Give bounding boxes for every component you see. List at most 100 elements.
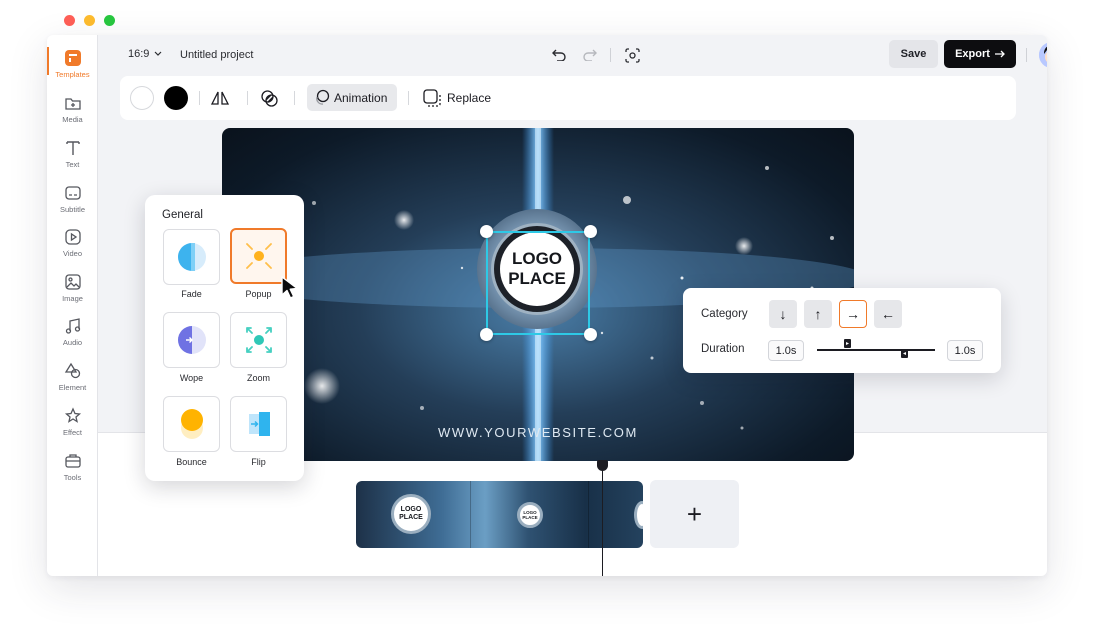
avatar[interactable] [1039, 42, 1047, 68]
resize-handle-bottom-left[interactable] [480, 328, 493, 341]
sidebar-item-label: Video [62, 249, 83, 258]
aspect-ratio-select[interactable]: 16:9 [128, 48, 162, 60]
effect-label: Popup [245, 289, 272, 299]
zoom-icon [245, 327, 272, 353]
fill-color-swatch[interactable] [130, 86, 154, 110]
screenshot-button[interactable] [624, 47, 640, 63]
aspect-ratio-value: 16:9 [128, 48, 150, 60]
image-icon [64, 274, 81, 290]
replace-label: Replace [447, 90, 492, 105]
effect-label: Bounce [176, 457, 207, 467]
blend-icon [260, 89, 278, 107]
panel-title: General [162, 209, 203, 221]
sidebar-item-label: Image [62, 294, 83, 303]
slider-thumb-end[interactable]: ◂ [901, 349, 908, 358]
audio-icon [65, 318, 80, 334]
timeline-clip[interactable]: LOGO PLACE LOGO PLACE [356, 481, 643, 548]
sidebar-item-label: Media [62, 115, 83, 124]
blend-button[interactable] [259, 88, 279, 108]
user-avatar-icon [1039, 42, 1047, 68]
sidebar-item-subtitle[interactable]: Subtitle [47, 184, 98, 224]
slider-thumb-start[interactable]: ▸ [844, 339, 851, 348]
sidebar-item-audio[interactable]: Audio [47, 317, 98, 357]
close-window-dot[interactable] [64, 15, 75, 26]
selection-box[interactable] [486, 231, 590, 335]
element-icon [64, 362, 80, 379]
minimize-window-dot[interactable] [84, 15, 95, 26]
divider [247, 91, 248, 105]
clip-logo-text: LOGO PLACE [399, 506, 423, 521]
sidebar-item-label: Element [58, 383, 87, 392]
animation-button[interactable]: Animation [307, 84, 397, 111]
sidebar-item-element[interactable]: Element [47, 362, 98, 402]
effect-zoom[interactable] [230, 312, 287, 368]
media-icon [64, 98, 81, 110]
effect-label: Flip [251, 457, 266, 467]
sidebar-item-label: Audio [62, 338, 83, 347]
flip-button[interactable] [210, 89, 230, 107]
replace-button[interactable]: Replace [423, 84, 491, 111]
frame-divider [588, 481, 589, 548]
sidebar-item-tools[interactable]: Tools [47, 452, 98, 492]
resize-handle-bottom-right[interactable] [584, 328, 597, 341]
effect-label: Fade [181, 289, 202, 299]
arrow-right-icon: → [846, 306, 860, 322]
bounce-icon [180, 409, 203, 439]
animation-icon [316, 89, 330, 105]
maximize-window-dot[interactable] [104, 15, 115, 26]
direction-right-button[interactable]: → [839, 300, 867, 328]
subtitle-icon [64, 186, 81, 200]
direction-left-button[interactable]: ← [874, 300, 902, 328]
playhead[interactable] [602, 465, 603, 576]
effect-fade[interactable] [163, 229, 220, 285]
replace-icon [423, 88, 441, 107]
save-button[interactable]: Save [889, 40, 938, 68]
effect-bounce[interactable] [163, 396, 220, 452]
playhead-handle[interactable] [597, 460, 608, 471]
sidebar-item-video[interactable]: Video [47, 228, 98, 268]
website-text[interactable]: WWW.YOURWEBSITE.COM [222, 425, 854, 440]
capture-icon [624, 47, 640, 63]
direction-down-button[interactable]: ↓ [769, 300, 797, 328]
frame-divider [470, 481, 471, 548]
arrow-down-icon: ↓ [779, 306, 787, 322]
templates-icon [64, 50, 81, 66]
sidebar-item-label: Text [65, 160, 80, 169]
sidebar-item-label: Subtitle [59, 205, 86, 214]
chevron-down-icon [154, 51, 162, 56]
redo-button[interactable] [582, 47, 598, 63]
properties-toolbar: Animation Replace [120, 76, 1016, 120]
effect-wope[interactable] [163, 312, 220, 368]
flip-icon [211, 91, 229, 105]
direction-up-button[interactable]: ↑ [804, 300, 832, 328]
effect-flip[interactable] [230, 396, 287, 452]
sidebar-item-media[interactable]: Media [47, 94, 98, 134]
stroke-color-swatch[interactable] [164, 86, 188, 110]
flip-effect-icon [248, 412, 270, 436]
project-name[interactable]: Untitled project [180, 49, 253, 61]
sidebar: Templates Media Text Subtitle Video Imag… [47, 35, 98, 576]
effect-popup[interactable] [230, 228, 287, 284]
sidebar-item-text[interactable]: Text [47, 139, 98, 179]
redo-icon [583, 49, 597, 61]
divider [408, 91, 409, 105]
add-clip-button[interactable]: + [650, 480, 739, 548]
animation-label: Animation [334, 90, 388, 105]
text-icon [65, 141, 80, 155]
sidebar-item-label: Templates [55, 70, 90, 79]
top-bar: 16:9 Untitled project Save Export [98, 35, 1047, 75]
duration-start-input[interactable]: 1.0s [768, 340, 804, 361]
export-button[interactable]: Export [944, 40, 1016, 68]
undo-button[interactable] [551, 47, 567, 63]
resize-handle-top-left[interactable] [480, 225, 493, 238]
arrow-left-icon: ← [881, 306, 895, 322]
divider [610, 48, 611, 62]
duration-slider[interactable] [817, 349, 935, 351]
divider [199, 91, 200, 105]
sidebar-item-effect[interactable]: Effect [47, 407, 98, 447]
sidebar-item-templates[interactable]: Templates [47, 49, 98, 89]
resize-handle-top-right[interactable] [584, 225, 597, 238]
sidebar-item-image[interactable]: Image [47, 273, 98, 313]
animation-panel: General Fade Popup Wope Zoom Bounce Flip [145, 195, 304, 481]
duration-end-input[interactable]: 1.0s [947, 340, 983, 361]
